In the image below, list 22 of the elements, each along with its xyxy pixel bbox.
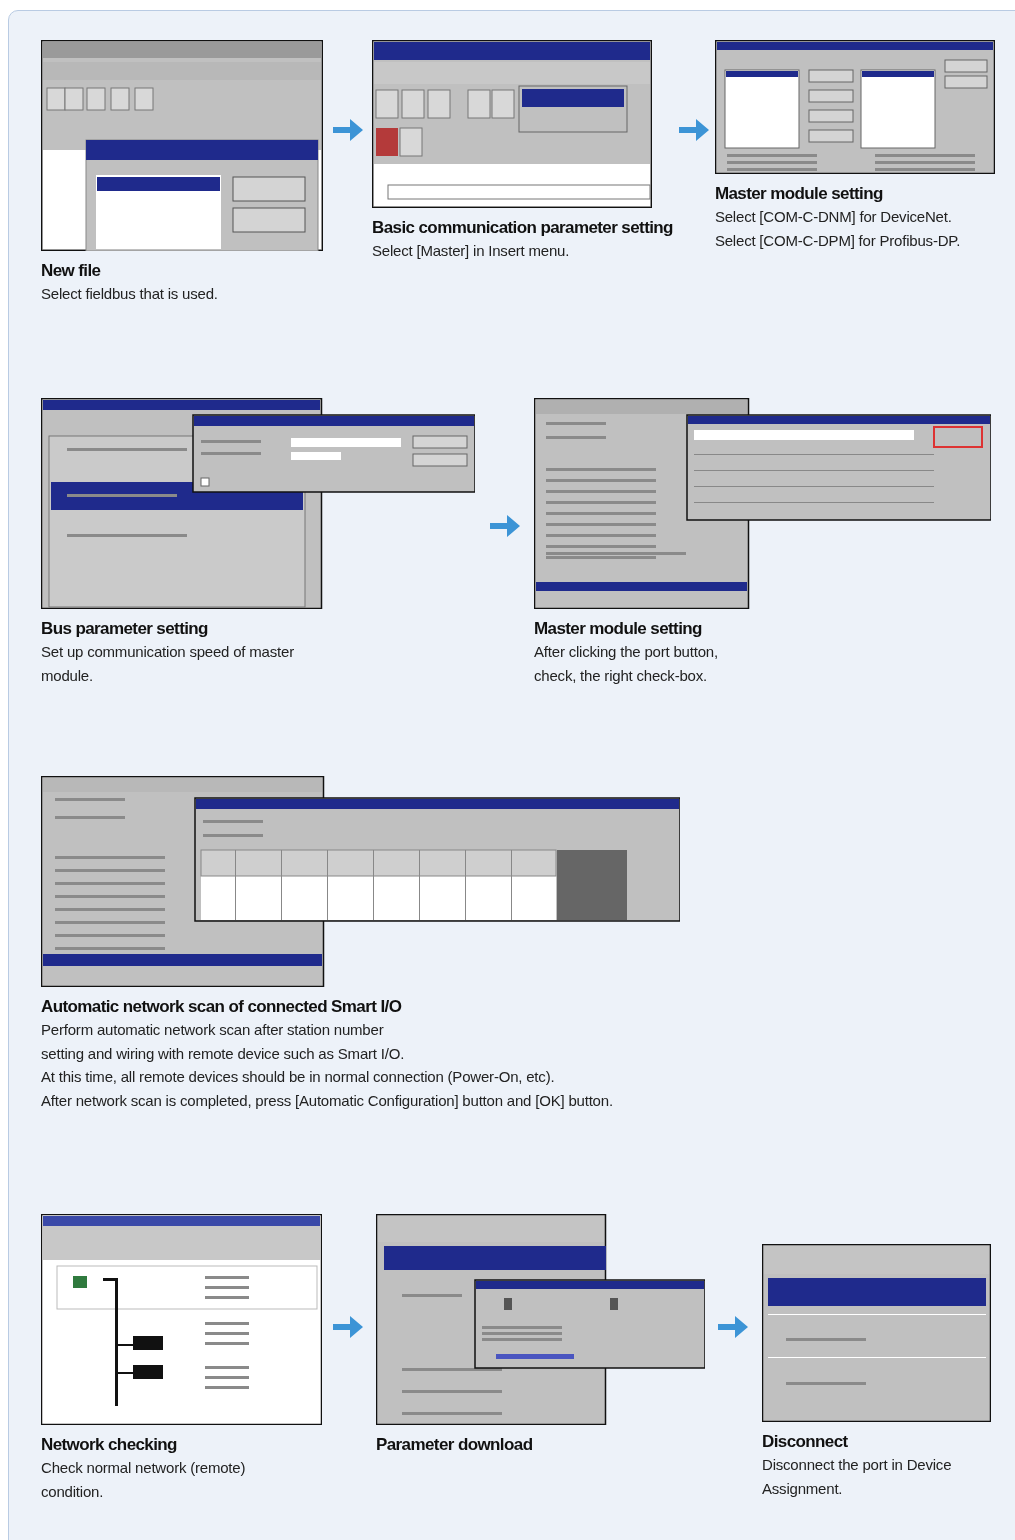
step-description: Perform automatic network scan after station number setting and wiring with remote device such as Smart I/O. At this time, all remote devices should be in normal connection (Power-On, etc). After network scan is completed, press [Automatic Configuration] button and [OK] button. <box>41 1020 614 1111</box>
step-title: Master module setting <box>534 618 703 640</box>
step-title: Parameter download <box>376 1434 534 1456</box>
step-title: Network checking <box>41 1434 178 1456</box>
step-title: Master module setting <box>714 183 884 205</box>
step-description: Select fieldbus that is used. <box>41 284 219 304</box>
step-description: After clicking the port button, check, the right check-box. <box>534 642 719 686</box>
right-arrow-icon <box>718 1315 748 1339</box>
right-arrow-icon <box>333 1315 363 1339</box>
right-arrow-icon <box>678 118 709 142</box>
right-arrow-icon <box>490 514 520 538</box>
step-description: Disconnect the port in Device Assignment. <box>762 1455 953 1499</box>
step-title: Disconnect <box>762 1431 849 1453</box>
right-arrow-icon <box>333 118 363 142</box>
step-description: Select [Master] in Insert menu. <box>372 241 571 261</box>
step-title: Bus parameter setting <box>41 618 209 640</box>
step-title: Basic communication parameter setting <box>372 217 673 239</box>
step-description: Check normal network (remote) condition. <box>41 1458 247 1502</box>
step-description: Set up communication speed of master module. <box>41 642 295 686</box>
step-title: Automatic network scan of connected Smart I/O <box>41 996 403 1018</box>
step-description: Select [COM-C-DNM] for DeviceNet. Select [COM-C-DPM] for Profibus-DP. <box>714 207 962 251</box>
step-title: New file <box>41 260 102 282</box>
